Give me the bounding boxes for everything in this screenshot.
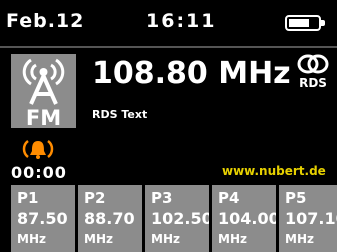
status-bar: Feb.12 16:11 [0,0,337,46]
preset-unit: MHz [84,232,113,246]
preset-5-button[interactable]: P5 107.10 MHz [279,185,337,252]
preset-unit: MHz [285,232,314,246]
rds-text: RDS Text [92,108,148,121]
preset-unit: MHz [17,232,46,246]
preset-label: P2 [84,189,106,207]
band-label: FM [25,106,62,130]
preset-unit: MHz [151,232,180,246]
preset-frequency: 104.00 [218,209,276,228]
rds-logo-icon: RDS [296,52,330,92]
alarm-bell-icon[interactable] [22,138,54,160]
preset-frequency: 88.70 [84,209,135,228]
preset-2-button[interactable]: P2 88.70 MHz [78,185,142,252]
preset-label: P1 [17,189,39,207]
preset-label: P5 [285,189,307,207]
rds-logo-label: RDS [299,76,327,90]
fm-band-tile[interactable]: FM [11,54,76,130]
preset-3-button[interactable]: P3 102.50 MHz [145,185,209,252]
preset-frequency: 102.50 [151,209,209,228]
preset-bar: P1 87.50 MHz P2 88.70 MHz P3 102.50 MHz … [0,185,337,252]
alarm-time: 00:00 [11,163,67,182]
website-label: www.nubert.de [222,164,326,178]
antenna-icon [22,58,65,105]
date-display: Feb.12 [6,10,85,32]
battery-icon [285,15,325,31]
preset-label: P4 [218,189,240,207]
status-divider [0,46,337,48]
preset-label: P3 [151,189,173,207]
preset-4-button[interactable]: P4 104.00 MHz [212,185,276,252]
preset-1-button[interactable]: P1 87.50 MHz [11,185,75,252]
frequency-display: 108.80 MHz [92,56,291,91]
preset-frequency: 87.50 [17,209,68,228]
clock-display: 16:11 [146,10,217,32]
preset-unit: MHz [218,232,247,246]
preset-frequency: 107.10 [285,209,337,228]
